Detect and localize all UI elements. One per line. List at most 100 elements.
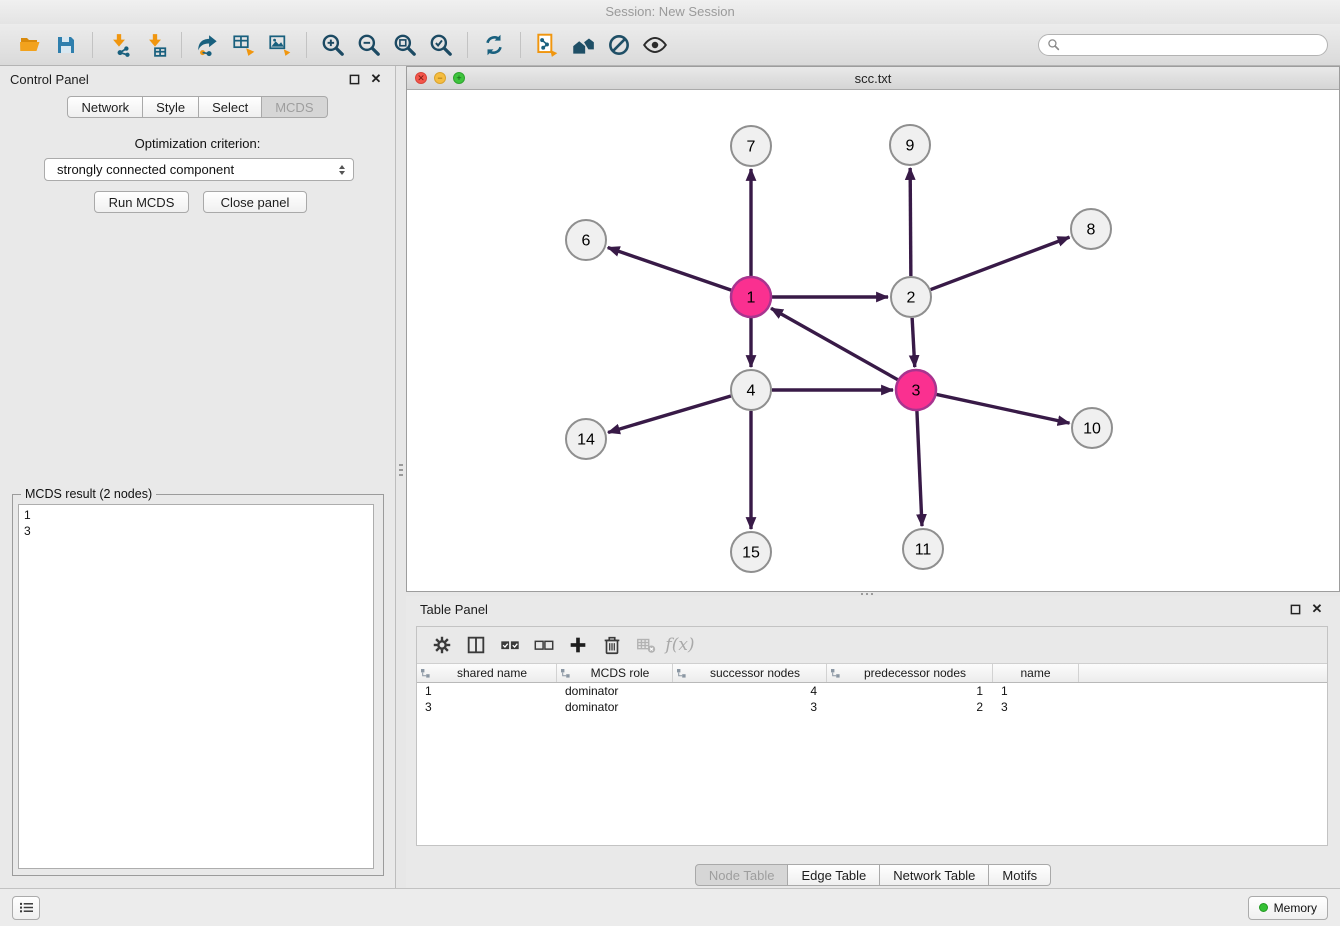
graph-node-label-6: 6 bbox=[582, 233, 591, 250]
close-panel-icon[interactable]: ✕ bbox=[1308, 600, 1326, 618]
toolbar-separator bbox=[306, 32, 307, 58]
show-panels-menu-button[interactable] bbox=[12, 896, 40, 920]
cell-successor-nodes[interactable]: 4 bbox=[673, 683, 827, 699]
cell-mcds-role[interactable]: dominator bbox=[557, 683, 673, 699]
search-field[interactable] bbox=[1038, 34, 1328, 56]
graph-node-label-4: 4 bbox=[747, 383, 756, 400]
toggle-columns-icon[interactable] bbox=[459, 630, 493, 660]
column-header-name[interactable]: name bbox=[993, 664, 1079, 682]
toggle-graphics-details-icon[interactable] bbox=[601, 28, 637, 62]
memory-button[interactable]: Memory bbox=[1248, 896, 1328, 920]
table-header-row: shared name MCDS role successor nodes pr… bbox=[417, 664, 1327, 683]
home-icon[interactable] bbox=[565, 28, 601, 62]
table-panel-title: Table Panel bbox=[420, 602, 488, 617]
close-panel-icon[interactable]: ✕ bbox=[367, 70, 385, 88]
tab-style[interactable]: Style bbox=[143, 96, 199, 118]
delete-table-icon bbox=[629, 630, 663, 660]
export-image-icon[interactable] bbox=[262, 28, 298, 62]
graph-node-label-2: 2 bbox=[907, 290, 916, 307]
graph-edge-3-1[interactable] bbox=[771, 308, 898, 379]
graph-node-label-3: 3 bbox=[912, 383, 921, 400]
mcds-result-list[interactable]: 1 3 bbox=[18, 504, 374, 869]
show-hide-view-icon[interactable] bbox=[637, 28, 673, 62]
column-header-mcds-role[interactable]: MCDS role bbox=[557, 664, 673, 682]
close-panel-button[interactable]: Close panel bbox=[203, 191, 307, 213]
duplicate-network-icon[interactable] bbox=[529, 28, 565, 62]
zoom-out-icon[interactable] bbox=[351, 28, 387, 62]
function-builder-icon: f(x) bbox=[663, 630, 697, 660]
network-graph[interactable]: 7968124314101511 bbox=[407, 90, 1339, 591]
zoom-in-icon[interactable] bbox=[315, 28, 351, 62]
tab-motifs[interactable]: Motifs bbox=[989, 864, 1051, 886]
tab-edge-table[interactable]: Edge Table bbox=[788, 864, 880, 886]
import-table-icon[interactable] bbox=[137, 28, 173, 62]
save-session-icon[interactable] bbox=[48, 28, 84, 62]
graph-edge-1-6[interactable] bbox=[608, 248, 731, 291]
memory-label: Memory bbox=[1274, 901, 1317, 915]
table-panel-tabs: Node Table Edge Table Network Table Moti… bbox=[406, 864, 1340, 886]
control-panel-header: Control Panel ✕ bbox=[0, 66, 395, 92]
export-network-icon[interactable] bbox=[190, 28, 226, 62]
cell-successor-nodes[interactable]: 3 bbox=[673, 699, 827, 715]
cell-shared-name[interactable]: 1 bbox=[417, 683, 557, 699]
cell-predecessor-nodes[interactable]: 2 bbox=[827, 699, 993, 715]
control-panel-title: Control Panel bbox=[10, 72, 89, 87]
graph-edge-3-11[interactable] bbox=[917, 411, 922, 526]
table-panel: Table Panel ✕ bbox=[406, 596, 1340, 888]
graph-edge-2-8[interactable] bbox=[931, 237, 1070, 289]
add-icon[interactable] bbox=[561, 630, 595, 660]
tab-node-table[interactable]: Node Table bbox=[695, 864, 789, 886]
graph-edge-3-10[interactable] bbox=[937, 394, 1070, 423]
cell-shared-name[interactable]: 3 bbox=[417, 699, 557, 715]
table-row[interactable]: 1 dominator 4 1 1 bbox=[417, 683, 1327, 699]
refresh-icon[interactable] bbox=[476, 28, 512, 62]
column-header-successor-nodes[interactable]: successor nodes bbox=[673, 664, 827, 682]
status-bar: Memory bbox=[0, 888, 1340, 926]
mcds-result-box: MCDS result (2 nodes) 1 3 bbox=[12, 494, 384, 876]
trash-icon[interactable] bbox=[595, 630, 629, 660]
graph-edge-2-3[interactable] bbox=[912, 318, 915, 367]
search-icon bbox=[1047, 38, 1060, 51]
toolbar-separator bbox=[520, 32, 521, 58]
network-window-titlebar: ✕ − + scc.txt bbox=[407, 67, 1339, 90]
cell-predecessor-nodes[interactable]: 1 bbox=[827, 683, 993, 699]
search-input[interactable] bbox=[1065, 38, 1319, 52]
optimization-criterion-label: Optimization criterion: bbox=[0, 136, 395, 151]
window-title: Session: New Session bbox=[605, 4, 734, 19]
tab-network-table[interactable]: Network Table bbox=[880, 864, 989, 886]
open-file-icon[interactable] bbox=[12, 28, 48, 62]
export-table-icon[interactable] bbox=[226, 28, 262, 62]
graph-node-label-14: 14 bbox=[577, 432, 595, 449]
float-panel-icon[interactable] bbox=[345, 70, 363, 88]
float-panel-icon[interactable] bbox=[1286, 600, 1304, 618]
toolbar-separator bbox=[92, 32, 93, 58]
graph-edge-2-9[interactable] bbox=[910, 168, 911, 276]
control-panel-tabs: Network Style Select MCDS bbox=[0, 96, 395, 118]
vertical-splitter[interactable] bbox=[396, 66, 406, 888]
column-header-shared-name[interactable]: shared name bbox=[417, 664, 557, 682]
column-type-icon bbox=[830, 668, 841, 679]
column-header-filler bbox=[1079, 664, 1327, 682]
zoom-selected-icon[interactable] bbox=[423, 28, 459, 62]
tab-mcds[interactable]: MCDS bbox=[262, 96, 327, 118]
tab-network[interactable]: Network bbox=[67, 96, 143, 118]
tab-select[interactable]: Select bbox=[199, 96, 262, 118]
clear-selection-icon[interactable] bbox=[527, 630, 561, 660]
cell-name[interactable]: 1 bbox=[993, 683, 1079, 699]
cell-mcds-role[interactable]: dominator bbox=[557, 699, 673, 715]
gear-icon[interactable] bbox=[425, 630, 459, 660]
cell-name[interactable]: 3 bbox=[993, 699, 1079, 715]
criterion-dropdown-value: strongly connected component bbox=[57, 162, 339, 177]
criterion-dropdown[interactable]: strongly connected component bbox=[44, 158, 354, 181]
select-all-icon[interactable] bbox=[493, 630, 527, 660]
zoom-fit-icon[interactable] bbox=[387, 28, 423, 62]
control-panel: Control Panel ✕ Network Style Select MCD… bbox=[0, 66, 396, 888]
graph-edge-4-14[interactable] bbox=[608, 396, 731, 432]
import-network-icon[interactable] bbox=[101, 28, 137, 62]
window-titlebar: Session: New Session bbox=[0, 0, 1340, 24]
table-row[interactable]: 3 dominator 3 2 3 bbox=[417, 699, 1327, 715]
run-mcds-button[interactable]: Run MCDS bbox=[94, 191, 189, 213]
column-header-predecessor-nodes[interactable]: predecessor nodes bbox=[827, 664, 993, 682]
graph-node-label-7: 7 bbox=[747, 139, 756, 156]
network-canvas[interactable]: 7968124314101511 bbox=[407, 90, 1339, 591]
